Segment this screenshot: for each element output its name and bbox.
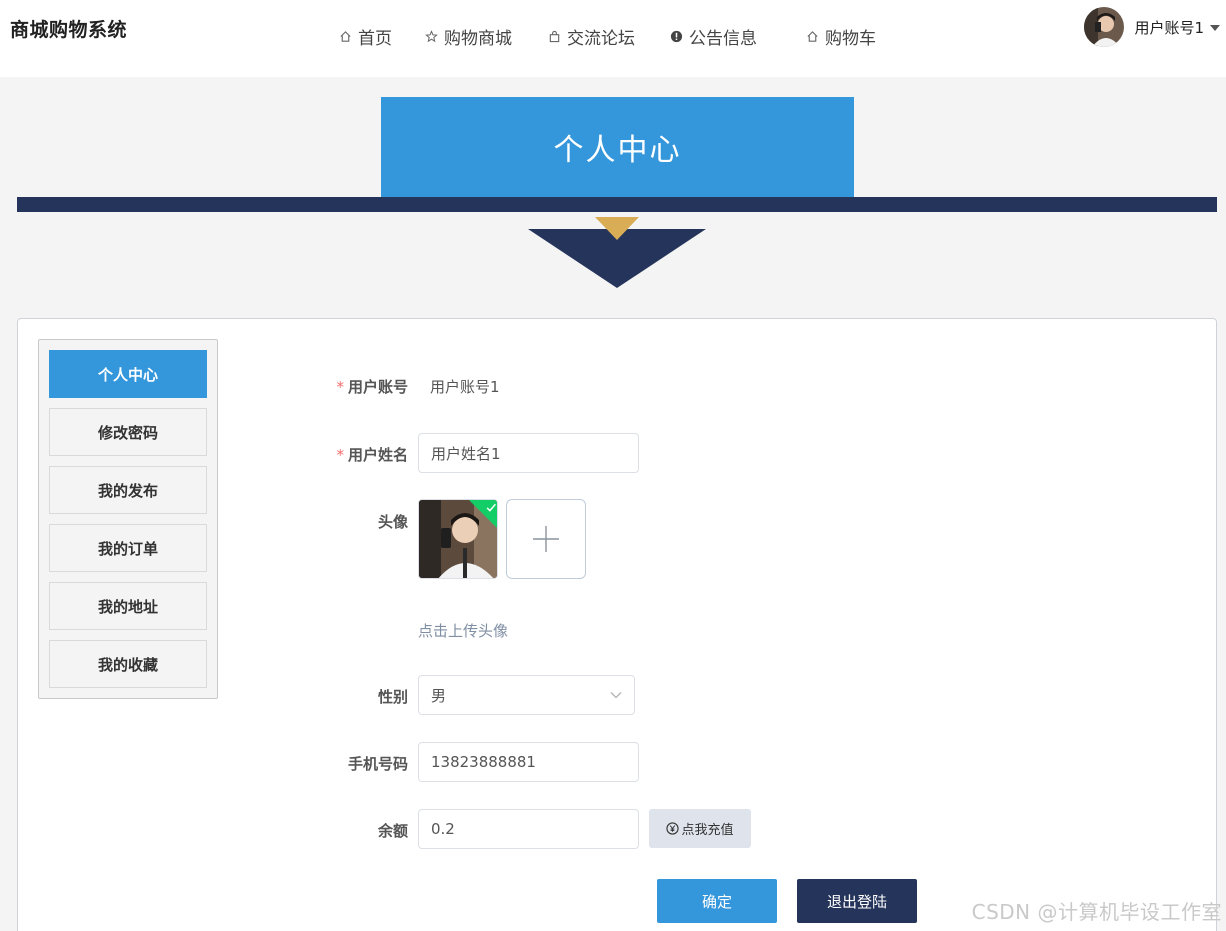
info-icon xyxy=(670,30,683,43)
sidebar-item-address[interactable]: 我的地址 xyxy=(49,582,207,630)
watermark: CSDN @计算机毕设工作室 xyxy=(971,900,1222,924)
name-label: * 用户姓名 xyxy=(336,446,408,464)
nav-item-notice[interactable]: 公告信息 xyxy=(670,24,757,49)
plus-icon xyxy=(533,526,559,552)
avatar xyxy=(1084,7,1125,47)
nav-item-home[interactable]: 首页 xyxy=(339,24,392,49)
nav-item-forum[interactable]: 交流论坛 xyxy=(548,24,635,49)
avatar-upload-button[interactable] xyxy=(506,499,586,579)
chevron-down-icon xyxy=(610,692,622,699)
recharge-button[interactable]: 点我充值 xyxy=(649,809,751,848)
sidebar-item-password[interactable]: 修改密码 xyxy=(49,408,207,456)
logout-button[interactable]: 退出登陆 xyxy=(797,879,917,923)
phone-input[interactable] xyxy=(418,742,639,782)
nav-item-cart[interactable]: 购物车 xyxy=(806,24,876,49)
account-label: * 用户账号 xyxy=(336,378,408,396)
banner-gold-triangle xyxy=(595,217,639,240)
page-banner: 个人中心 xyxy=(381,97,854,197)
gender-label: 性别 xyxy=(377,688,408,706)
page-title: 个人中心 xyxy=(553,133,682,168)
check-icon xyxy=(486,503,496,512)
balance-label: 余额 xyxy=(377,822,408,840)
star-icon xyxy=(425,30,438,43)
nav-item-label: 购物车 xyxy=(825,29,876,49)
chevron-down-icon xyxy=(1210,25,1220,31)
required-mark: * xyxy=(336,378,344,396)
yen-coin-icon xyxy=(666,822,680,835)
top-header: 商城购物系统 首页 购物商城 交流论坛 公告信息 购物车 用户账号1 xyxy=(0,0,1226,77)
sidebar-item-favorites[interactable]: 我的收藏 xyxy=(49,640,207,688)
home-icon xyxy=(807,31,818,42)
nav-item-mall[interactable]: 购物商城 xyxy=(425,24,512,49)
user-name: 用户账号1 xyxy=(1134,18,1204,37)
required-mark: * xyxy=(336,446,344,464)
sidebar-item-profile[interactable]: 个人中心 xyxy=(49,350,207,398)
gender-value: 男 xyxy=(431,686,447,705)
recharge-label: 点我充值 xyxy=(681,823,734,838)
nav-item-label: 公告信息 xyxy=(689,29,757,49)
phone-label: 手机号码 xyxy=(347,755,408,773)
name-input[interactable] xyxy=(418,433,639,473)
nav-item-label: 交流论坛 xyxy=(567,29,635,49)
avatar-thumbnail[interactable] xyxy=(418,499,498,579)
confirm-button[interactable]: 确定 xyxy=(657,879,777,923)
bag-icon xyxy=(549,30,560,43)
banner-divider xyxy=(17,197,1217,212)
sidebar-item-posts[interactable]: 我的发布 xyxy=(49,466,207,514)
user-menu[interactable]: 用户账号1 xyxy=(1084,7,1220,47)
sidebar-item-orders[interactable]: 我的订单 xyxy=(49,524,207,572)
balance-input[interactable] xyxy=(418,809,639,849)
account-value: 用户账号1 xyxy=(430,378,500,396)
nav-item-label: 首页 xyxy=(358,29,392,49)
home-icon xyxy=(340,31,351,42)
gender-select[interactable]: 男 xyxy=(418,675,635,715)
nav-item-label: 购物商城 xyxy=(444,29,512,49)
sidebar: 个人中心 修改密码 我的发布 我的订单 我的地址 我的收藏 xyxy=(38,339,218,699)
avatar-label: 头像 xyxy=(377,513,408,531)
app-title: 商城购物系统 xyxy=(10,19,128,41)
avatar-upload-hint: 点击上传头像 xyxy=(418,622,509,640)
